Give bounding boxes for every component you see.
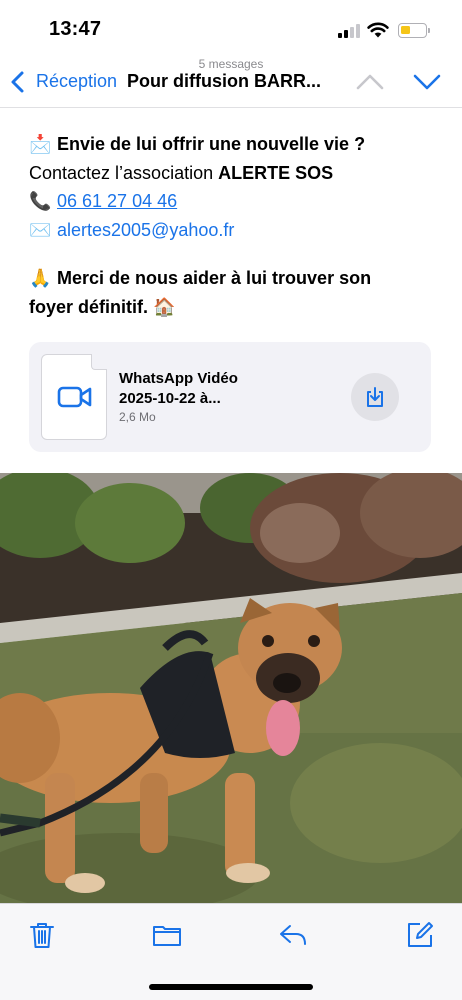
status-bar: 13:47 (0, 0, 462, 56)
envelope-icon: ✉️ (29, 220, 52, 241)
house-icon: 🏠 (153, 297, 176, 318)
body-contact-prefix: Contactez l’association (29, 163, 214, 183)
phone-link[interactable]: 06 61 27 04 46 (57, 191, 177, 211)
battery-icon (398, 23, 427, 38)
association-name: ALERTE SOS (218, 163, 334, 183)
pray-icon: 🙏 (29, 268, 52, 289)
status-time: 13:47 (49, 18, 102, 40)
attachment-thumbnail (41, 354, 107, 440)
body-line-home: foyer définitif. 🏠 (29, 293, 181, 322)
body-line-thanks: 🙏 Merci de nous aider à lui trouver son (29, 264, 371, 293)
attachment-size: 2,6 Mo (119, 410, 156, 424)
body-line-contact: Contactez l’association ALERTE SOS (29, 159, 333, 188)
attachment-name-line2: 2025-10-22 à... (119, 390, 221, 407)
previous-message-chevron-up-icon[interactable] (355, 70, 385, 94)
next-message-chevron-down-icon[interactable] (412, 70, 442, 94)
back-button[interactable]: Réception (36, 71, 117, 92)
download-icon (367, 387, 383, 407)
body-home-text: foyer définitif. (29, 297, 149, 317)
body-thanks-text: Merci de nous aider à lui trouver son (57, 268, 372, 288)
wifi-icon (367, 22, 389, 38)
message-count: 5 messages (198, 57, 264, 71)
body-line-offer: 📩 Envie de lui offrir une nouvelle vie ? (29, 130, 365, 159)
battery-tip (428, 28, 430, 33)
body-line-phone: 📞 06 61 27 04 46 (29, 187, 177, 216)
back-chevron-icon[interactable] (8, 70, 28, 94)
body-line-email: ✉️ alertes2005@yahoo.fr (29, 216, 234, 245)
signal-icon (338, 24, 362, 38)
phone-icon: 📞 (29, 191, 52, 212)
thread-title: Pour diffusion BARR... (127, 71, 321, 91)
folder-icon[interactable] (152, 920, 182, 950)
download-button[interactable] (351, 373, 399, 421)
attachment-name-line1: WhatsApp Vidéo (119, 370, 238, 387)
envelope-arrow-icon: 📩 (29, 134, 52, 155)
attachment-card[interactable]: WhatsApp Vidéo 2025-10-22 à... 2,6 Mo (29, 342, 431, 452)
email-link[interactable]: alertes2005@yahoo.fr (57, 220, 234, 240)
dog-photo[interactable] (0, 473, 462, 903)
compose-icon[interactable] (405, 920, 435, 950)
nav-bar: 5 messages Réception Pour diffusion BARR… (0, 56, 462, 108)
attachment-name: WhatsApp Vidéo 2025-10-22 à... (119, 369, 238, 409)
home-indicator[interactable] (149, 984, 313, 990)
body-offer-text: Envie de lui offrir une nouvelle vie ? (57, 134, 366, 154)
trash-icon[interactable] (27, 920, 57, 950)
video-camera-icon (57, 386, 92, 408)
reply-icon[interactable] (278, 920, 308, 950)
